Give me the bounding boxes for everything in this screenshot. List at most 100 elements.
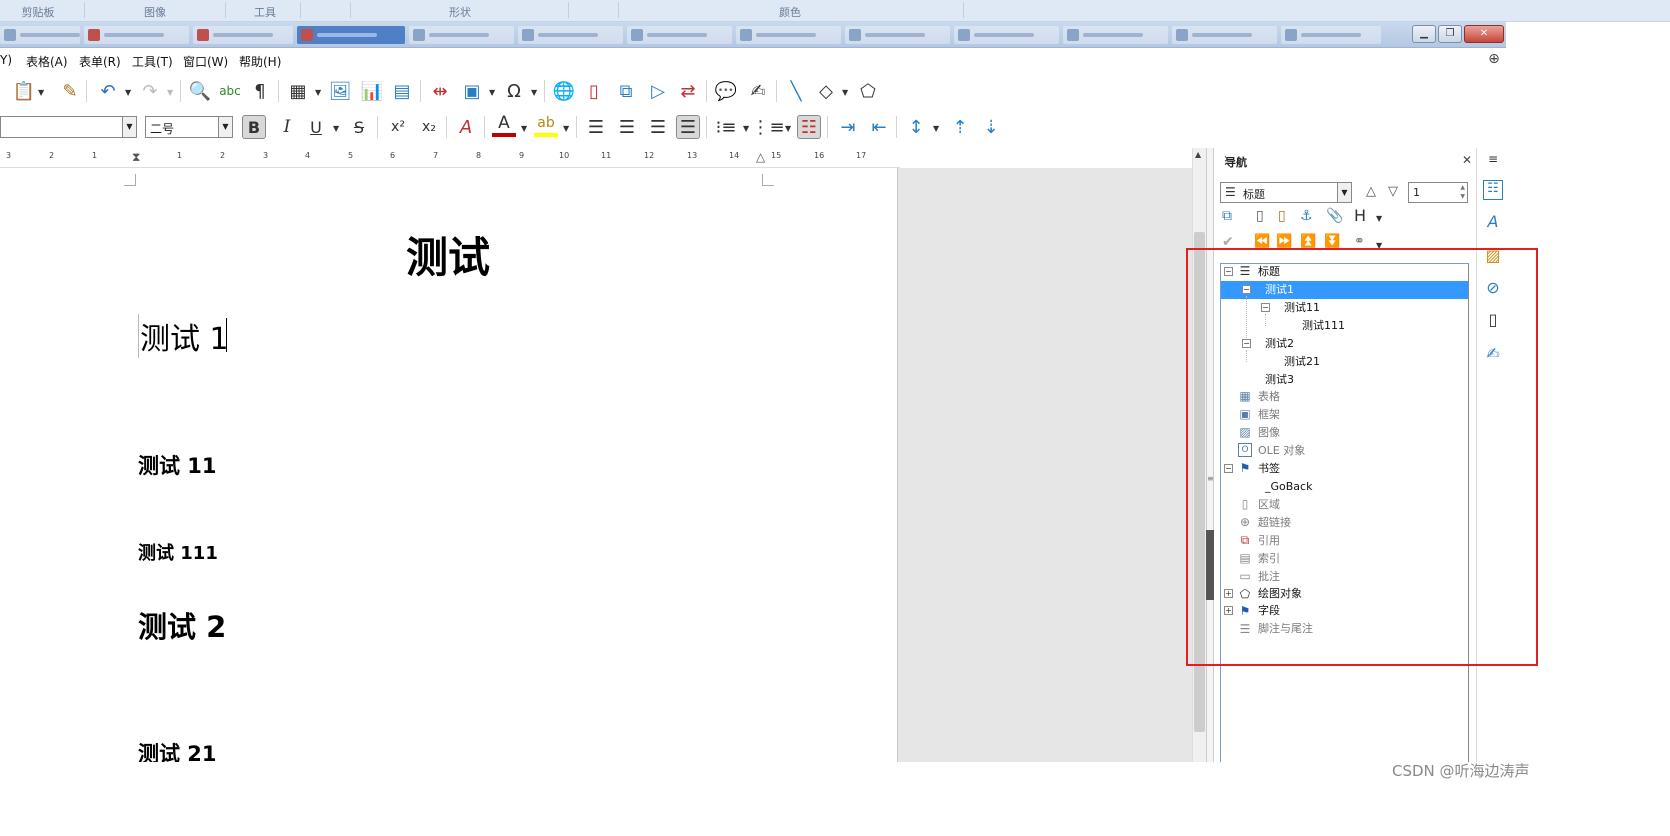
chevron-down-icon[interactable]: ▼ xyxy=(521,124,527,133)
footer-icon[interactable]: ▯ xyxy=(1278,208,1286,224)
decrease-paragraph-spacing-icon[interactable]: ⇣ xyxy=(979,115,1003,139)
bold-button[interactable]: B xyxy=(242,115,266,139)
chevron-down-icon[interactable]: ▼ xyxy=(743,124,749,133)
document-title[interactable]: 测试 xyxy=(406,224,490,285)
menu-view[interactable]: Y) xyxy=(0,53,12,67)
chevron-down-icon[interactable]: ▼ xyxy=(167,88,173,97)
ordered-list-icon[interactable]: ⋮≡ xyxy=(751,115,784,139)
taskbar-item[interactable] xyxy=(627,26,732,44)
chevron-down-icon[interactable]: ▼ xyxy=(531,88,537,97)
toggle-icon[interactable]: ⧉ xyxy=(1222,208,1232,224)
heading-3-text[interactable]: 测试 111 xyxy=(138,539,218,565)
header-icon[interactable]: ▯ xyxy=(1256,208,1264,224)
menu-table[interactable]: 表格(A) xyxy=(26,53,68,70)
taskbar-item[interactable] xyxy=(193,26,293,44)
insert-table-icon[interactable]: ▦ xyxy=(286,79,310,103)
chevron-down-icon[interactable]: ▼ xyxy=(933,124,939,133)
chevron-down-icon[interactable]: ▼ xyxy=(1337,183,1351,202)
redo-icon[interactable]: ↷ xyxy=(138,79,162,103)
line-icon[interactable]: ╲ xyxy=(784,79,808,103)
anchor-icon[interactable]: ⚓ xyxy=(1300,208,1313,224)
text-box-icon[interactable]: ▤ xyxy=(390,79,414,103)
taskbar-item[interactable] xyxy=(409,26,514,44)
spin-arrows-icon[interactable]: ▲ ▼ xyxy=(1460,183,1465,201)
underline-button[interactable]: U xyxy=(304,115,328,139)
taskbar-item[interactable] xyxy=(1281,26,1381,44)
right-indent-marker-icon[interactable]: △ xyxy=(756,150,765,164)
taskbar-item[interactable] xyxy=(1063,26,1168,44)
taskbar-item-active[interactable] xyxy=(297,26,405,44)
chevron-down-icon[interactable]: ▼ xyxy=(489,88,495,97)
chevron-down-icon[interactable]: ▼ xyxy=(333,124,339,133)
bookmark-icon[interactable]: ▷ xyxy=(646,79,670,103)
menu-form[interactable]: 表单(R) xyxy=(79,53,121,70)
subscript-button[interactable]: x₂ xyxy=(417,115,441,139)
close-window-button[interactable]: ✕ xyxy=(1464,25,1504,43)
clear-formatting-icon[interactable]: A xyxy=(454,115,478,139)
promote-level-icon[interactable]: ⏫ xyxy=(1300,234,1316,249)
highlighting-color-icon[interactable]: ab xyxy=(534,113,558,137)
sidebar-menu-icon[interactable]: ≡ xyxy=(1483,152,1503,172)
align-center-icon[interactable]: ☰ xyxy=(615,115,639,139)
hyperlink-icon[interactable]: 🌐 xyxy=(552,79,576,103)
styles-icon[interactable]: A xyxy=(1483,212,1503,232)
previous-heading-icon[interactable]: △ xyxy=(1366,184,1376,199)
chevron-down-icon[interactable]: ▼ xyxy=(1376,214,1382,223)
decrease-indent-icon[interactable]: ⇤ xyxy=(867,115,891,139)
minimize-button[interactable]: ▁ xyxy=(1412,25,1436,43)
drag-mode-icon[interactable]: ⚭ xyxy=(1354,234,1365,249)
cross-reference-icon[interactable]: ⇄ xyxy=(676,79,700,103)
menu-tools[interactable]: 工具(T) xyxy=(132,53,173,70)
insert-chart-icon[interactable]: 📊 xyxy=(360,79,384,103)
chevron-down-icon[interactable]: ▼ xyxy=(122,117,136,137)
paste-icon[interactable]: 📋 xyxy=(12,79,36,103)
taskbar-item[interactable] xyxy=(954,26,1059,44)
draw-functions-icon[interactable]: ⬠ xyxy=(856,79,880,103)
taskbar-item[interactable] xyxy=(518,26,623,44)
menu-window[interactable]: 窗口(W) xyxy=(183,53,228,70)
increase-indent-icon[interactable]: ⇥ xyxy=(836,115,860,139)
footnote-icon[interactable]: ▯ xyxy=(582,79,606,103)
restore-button[interactable]: ❐ xyxy=(1438,25,1462,43)
font-color-icon[interactable]: A xyxy=(492,113,516,137)
taskbar-item[interactable] xyxy=(845,26,950,44)
page-break-icon[interactable]: ⇹ xyxy=(428,79,452,103)
endnote-icon[interactable]: ⧉ xyxy=(614,79,638,103)
scroll-up-icon[interactable]: ▲ xyxy=(1195,150,1201,159)
properties-icon[interactable]: ☷ xyxy=(1483,180,1503,200)
italic-button[interactable]: I xyxy=(275,115,299,139)
taskbar-item[interactable] xyxy=(736,26,841,44)
horizontal-ruler[interactable]: 3 2 1 ⧗ 1 2 3 4 5 6 7 8 9 10 11 12 13 14… xyxy=(0,148,900,168)
justify-icon[interactable]: ☰ xyxy=(676,115,700,139)
taskbar-item[interactable] xyxy=(1172,26,1277,44)
chevron-down-icon[interactable]: ▼ xyxy=(563,124,569,133)
menu-help[interactable]: 帮助(H) xyxy=(239,53,281,70)
paperclip-icon[interactable]: 📎 xyxy=(1326,208,1343,224)
taskbar-item[interactable] xyxy=(84,26,189,44)
line-spacing-icon[interactable]: ↕ xyxy=(904,115,928,139)
navigate-by-select[interactable]: ☰ 标题 ▼ xyxy=(1220,182,1352,203)
demote-level-icon[interactable]: ⏬ xyxy=(1324,234,1340,249)
formatting-marks-icon[interactable]: ¶ xyxy=(248,79,272,103)
chevron-down-icon[interactable]: ▼ xyxy=(38,88,44,97)
indent-marker-icon[interactable]: ⧗ xyxy=(132,150,140,165)
track-changes-icon[interactable]: ✍ xyxy=(746,79,770,103)
unordered-list-icon[interactable]: ⁝≡ xyxy=(714,115,738,139)
special-character-icon[interactable]: Ω xyxy=(502,79,526,103)
strikethrough-button[interactable]: S xyxy=(347,115,371,139)
heading-1-text[interactable]: 测试 1 xyxy=(138,314,229,358)
document-page[interactable]: 测试 测试 1 测试 11 测试 111 测试 2 测试 21 xyxy=(0,168,898,766)
chevron-down-icon[interactable]: ▼ xyxy=(125,88,131,97)
chevron-down-icon[interactable]: ▼ xyxy=(315,88,321,97)
comment-icon[interactable]: 💬 xyxy=(714,79,738,103)
heading-levels-icon[interactable]: H xyxy=(1354,206,1366,225)
font-name-box[interactable]: ▼ xyxy=(0,116,137,138)
undo-icon[interactable]: ↶ xyxy=(96,79,120,103)
heading-1b-text[interactable]: 测试 2 xyxy=(138,604,226,646)
heading-level-spinner[interactable]: 1 ▲ ▼ xyxy=(1408,182,1468,203)
next-heading-icon[interactable]: ▽ xyxy=(1388,184,1398,199)
spellcheck-icon[interactable]: abc xyxy=(218,79,242,103)
chevron-down-icon[interactable]: ▼ xyxy=(785,124,791,133)
globe-icon[interactable]: ⊕ xyxy=(1484,48,1504,70)
align-left-icon[interactable]: ☰ xyxy=(584,115,608,139)
